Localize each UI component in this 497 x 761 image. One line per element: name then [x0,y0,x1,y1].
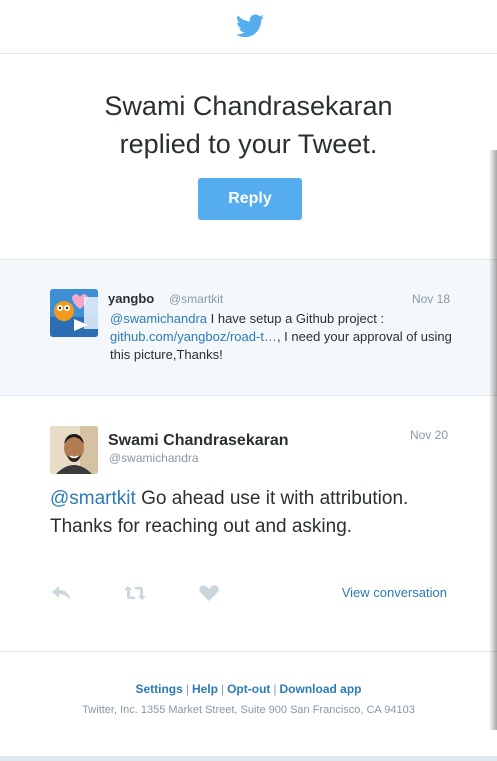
email-footer: Settings | Help | Opt-out | Download app Twitt… [0,653,497,761]
avatar-image [50,426,98,474]
author-handle[interactable]: @smartkit [169,292,223,306]
link-separator: | [273,682,277,696]
author-name[interactable]: Swami Chandrasekaran [108,432,289,450]
link-separator: | [185,682,189,696]
help-link[interactable]: Help [192,682,218,696]
twitter-bird-icon [236,14,264,38]
avatar[interactable] [50,426,98,474]
download-app-link[interactable]: Download app [280,682,362,696]
notification-hero: Swami Chandrasekaran replied to your Twe… [0,54,497,259]
reply-icon[interactable] [50,584,74,602]
window-edge-shadow [489,150,497,730]
title-line-2: replied to your Tweet. [119,129,378,159]
avatar[interactable] [50,289,98,337]
author-name[interactable]: yangbo [108,291,154,306]
retweet-icon[interactable] [123,584,147,602]
author-handle[interactable]: @swamichandra [109,451,199,465]
notification-title: Swami Chandrasekaran replied to your Twe… [0,87,497,163]
footer-divider [0,756,497,761]
original-tweet: yangbo @smartkit Nov 18 @swamichandra I … [0,259,497,396]
tweet-text-part: I have setup a Github project : [207,311,385,326]
view-conversation-link[interactable]: View conversation [342,585,447,600]
reply-button[interactable]: Reply [198,178,302,220]
tweet-date[interactable]: Nov 20 [410,428,448,442]
email-header [0,0,497,54]
avatar-image [50,289,98,337]
footer-links: Settings | Help | Opt-out | Download app [0,682,497,696]
settings-link[interactable]: Settings [135,682,182,696]
mention-link[interactable]: @swamichandra [110,311,207,326]
github-link[interactable]: github.com/yangboz/road-t… [110,329,277,344]
link-separator: | [220,682,225,696]
company-address: Twitter, Inc. 1355 Market Street, Suite … [82,704,415,716]
reply-tweet: Swami Chandrasekaran @swamichandra Nov 2… [0,396,497,652]
tweet-text: @swamichandra I have setup a Github proj… [110,310,455,364]
tweet-date[interactable]: Nov 18 [412,292,450,306]
heart-icon[interactable] [197,584,221,602]
opt-out-link[interactable]: Opt-out [227,682,270,696]
mention-link[interactable]: @smartkit [50,488,136,509]
tweet-text: @smartkit Go ahead use it with attributi… [50,485,450,541]
title-line-1: Swami Chandrasekaran [104,91,393,121]
